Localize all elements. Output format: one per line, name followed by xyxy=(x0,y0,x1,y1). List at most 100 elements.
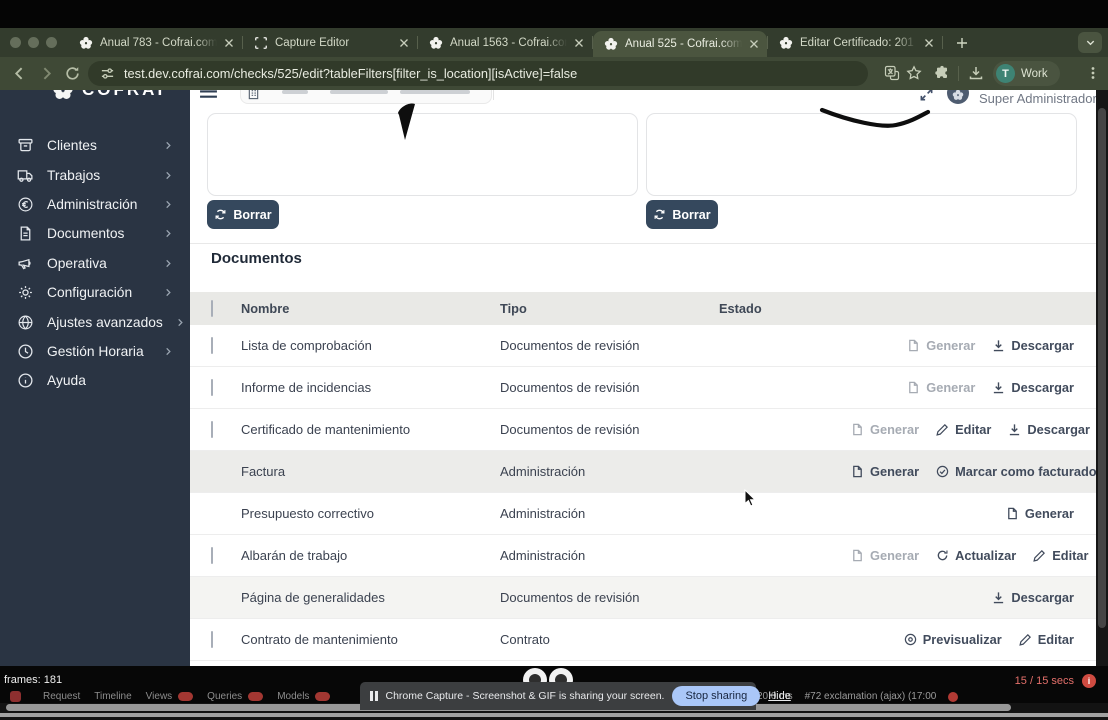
browser-tab-capture-editor[interactable]: Capture Editor xyxy=(243,28,417,57)
maximize-window-icon[interactable] xyxy=(46,37,57,48)
downloads-icon[interactable] xyxy=(968,65,984,81)
edit-icon xyxy=(936,423,949,436)
action-actualizar[interactable]: Actualizar xyxy=(936,548,1016,563)
signature-pad-right[interactable] xyxy=(646,113,1077,196)
kebab-menu-icon[interactable] xyxy=(1086,65,1100,81)
tab-title: Anual 525 - Cofrai.com Softw xyxy=(625,38,742,50)
app-window: COFRAI ClientesTrabajosAdministraciónDoc… xyxy=(0,90,1108,666)
select-all-checkbox[interactable] xyxy=(211,300,213,317)
fullscreen-icon[interactable] xyxy=(919,90,934,102)
browser-tab-anual-783-cofrai-com-softw[interactable]: Anual 783 - Cofrai.com Softw xyxy=(68,28,242,57)
row-checkbox[interactable] xyxy=(211,421,213,438)
action-generar[interactable]: Generar xyxy=(907,380,975,395)
action-generar[interactable]: Generar xyxy=(851,422,919,437)
debugbar-item-timeline[interactable]: Timeline xyxy=(94,691,131,702)
action-descargar[interactable]: Descargar xyxy=(992,590,1074,605)
url-text[interactable]: test.dev.cofrai.com/checks/525/edit?tabl… xyxy=(124,66,577,81)
extension-puzzle-icon[interactable] xyxy=(934,65,950,81)
clear-signature-left-button[interactable]: Borrar xyxy=(207,200,279,229)
sidebar-item-clientes[interactable]: Clientes xyxy=(0,131,190,160)
new-tab-button[interactable] xyxy=(956,37,968,49)
file-icon xyxy=(1006,507,1019,520)
vertical-scrollbar[interactable] xyxy=(1096,90,1108,666)
sidebar-item-administracion[interactable]: Administración xyxy=(0,190,190,219)
action-generar[interactable]: Generar xyxy=(851,464,919,479)
row-checkbox[interactable] xyxy=(211,337,213,354)
close-tab-icon[interactable] xyxy=(924,38,934,48)
action-label: Descargar xyxy=(1011,338,1074,353)
action-descargar[interactable]: Descargar xyxy=(1008,422,1090,437)
translate-icon[interactable] xyxy=(884,65,900,81)
row-actions: Generar Editar Descargar xyxy=(851,422,1090,437)
row-checkbox[interactable] xyxy=(211,547,213,564)
cofrai-logo-icon xyxy=(52,90,74,101)
sidebar-item-gestion-horaria[interactable]: Gestión Horaria xyxy=(0,337,190,366)
stop-sharing-button[interactable]: Stop sharing xyxy=(672,686,760,706)
row-checkbox[interactable] xyxy=(211,631,213,648)
document-icon xyxy=(17,225,34,242)
browser-tab-anual-1563-cofrai-com-soft[interactable]: Anual 1563 - Cofrai.com Soft xyxy=(418,28,592,57)
truck-icon xyxy=(17,167,34,184)
action-editar[interactable]: Editar xyxy=(1033,548,1088,563)
address-bar[interactable]: test.dev.cofrai.com/checks/525/edit?tabl… xyxy=(88,61,868,86)
profile-name: Work xyxy=(1021,68,1048,80)
table-row-contrato-de-mantenimiento: Contrato de mantenimientoContratoPrevisu… xyxy=(190,619,1108,661)
sidebar-item-documentos[interactable]: Documentos xyxy=(0,219,190,248)
sidebar-item-ayuda[interactable]: Ayuda xyxy=(0,366,190,395)
close-tab-icon[interactable] xyxy=(224,38,234,48)
sidebar-item-operativa[interactable]: Operativa xyxy=(0,249,190,278)
action-label: Descargar xyxy=(1011,590,1074,605)
action-generar[interactable]: Generar xyxy=(1006,506,1074,521)
action-label: Actualizar xyxy=(955,548,1016,563)
debugbar-item-queries[interactable]: Queries xyxy=(207,691,242,702)
checkbox-cell xyxy=(211,338,241,353)
sidebar-item-ajustes-avanzados[interactable]: Ajustes avanzados xyxy=(0,307,190,336)
close-tab-icon[interactable] xyxy=(749,39,759,49)
action-descargar[interactable]: Descargar xyxy=(992,380,1074,395)
action-editar[interactable]: Editar xyxy=(1019,632,1074,647)
browser-toolbar: test.dev.cofrai.com/checks/525/edit?tabl… xyxy=(0,57,1108,90)
clear-signature-right-button[interactable]: Borrar xyxy=(646,200,718,229)
sidebar-item-configuracion[interactable]: Configuración xyxy=(0,278,190,307)
bookmark-star-icon[interactable] xyxy=(906,65,922,81)
forward-icon[interactable] xyxy=(38,65,55,82)
chevron-right-icon xyxy=(164,259,173,268)
cofrai-favicon xyxy=(429,36,443,50)
signature-pad-left[interactable] xyxy=(207,113,638,196)
reload-icon[interactable] xyxy=(64,65,81,82)
action-generar[interactable]: Generar xyxy=(907,338,975,353)
capture-timer: 15 / 15 secs xyxy=(1015,675,1074,687)
action-marcar-como-facturado[interactable]: Marcar como facturado xyxy=(936,464,1097,479)
debugbar-item-request[interactable]: Request xyxy=(43,691,80,702)
user-avatar[interactable] xyxy=(947,90,969,104)
section-divider xyxy=(190,243,1108,244)
tab-divider xyxy=(942,36,943,49)
scrollbar-thumb[interactable] xyxy=(1098,108,1106,628)
section-title: Documentos xyxy=(211,250,302,267)
close-window-icon[interactable] xyxy=(10,37,21,48)
debugbar-item-models[interactable]: Models xyxy=(277,691,309,702)
hamburger-icon[interactable] xyxy=(199,90,218,98)
action-descargar[interactable]: Descargar xyxy=(992,338,1074,353)
globe-icon xyxy=(17,314,34,331)
browser-tab-editar-certificado-201-cofra[interactable]: Editar Certificado: 201 - Cofra xyxy=(768,28,942,57)
action-generar[interactable]: Generar xyxy=(851,548,919,563)
close-tab-icon[interactable] xyxy=(399,38,409,48)
profile-chip[interactable]: T Work xyxy=(993,61,1060,86)
debugbar-item-views[interactable]: Views xyxy=(146,691,173,702)
sidebar-item-trabajos[interactable]: Trabajos xyxy=(0,160,190,189)
back-icon[interactable] xyxy=(11,65,28,82)
clear-button-label: Borrar xyxy=(672,208,710,222)
action-previsualizar[interactable]: Previsualizar xyxy=(904,632,1002,647)
sidebar-item-label: Configuración xyxy=(47,285,151,300)
site-info-icon[interactable] xyxy=(100,66,115,81)
minimize-window-icon[interactable] xyxy=(28,37,39,48)
close-tab-icon[interactable] xyxy=(574,38,584,48)
action-label: Previsualizar xyxy=(923,632,1002,647)
tab-search-button[interactable] xyxy=(1078,32,1102,53)
hide-link[interactable]: Hide xyxy=(768,690,791,702)
action-editar[interactable]: Editar xyxy=(936,422,991,437)
browser-tab-anual-525-cofrai-com-softw[interactable]: Anual 525 - Cofrai.com Softw xyxy=(593,31,767,57)
row-checkbox[interactable] xyxy=(211,379,213,396)
brand[interactable]: COFRAI xyxy=(52,90,165,101)
